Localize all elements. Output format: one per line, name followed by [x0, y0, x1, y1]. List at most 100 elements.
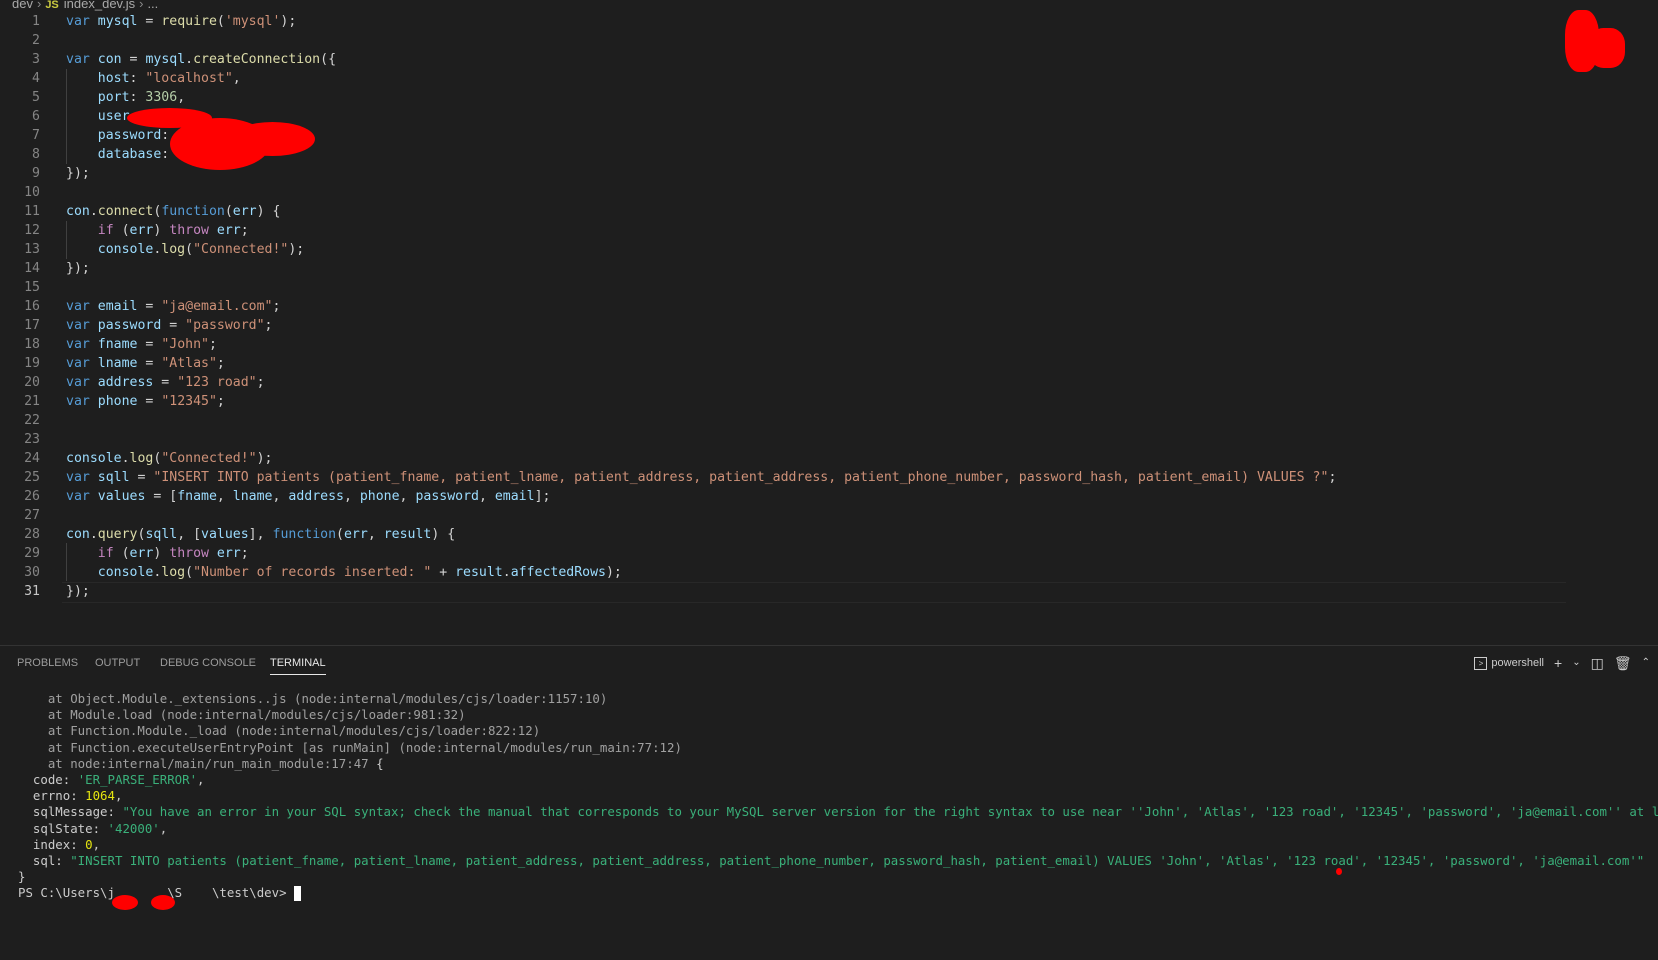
code-token: ): [153, 223, 170, 238]
code-token: ],: [248, 527, 273, 542]
tab-debug-console[interactable]: DEBUG CONSOLE: [160, 652, 256, 674]
code-text[interactable]: con.connect(function(err) {: [66, 202, 280, 221]
code-text[interactable]: var address = "123 road";: [66, 373, 265, 392]
code-text[interactable]: var password = "password";: [66, 316, 273, 335]
code-token: ,: [232, 71, 241, 86]
code-token: , [: [177, 527, 202, 542]
line-number: 6: [32, 109, 40, 124]
code-editor[interactable]: 1 var mysql = require('mysql'); 2 3 var con …: [0, 12, 1570, 612]
code-token: );: [288, 242, 305, 257]
code-token: port: [97, 90, 130, 105]
breadcrumb-ellipsis[interactable]: ...: [147, 0, 158, 11]
code-text[interactable]: var lname = "Atlas";: [66, 354, 225, 373]
code-text[interactable]: console. log("Number of records inserted:…: [66, 563, 622, 582]
code-token: con: [97, 52, 122, 67]
code-token: ;: [240, 546, 249, 561]
code-token: =: [161, 318, 186, 333]
code-token: ,: [177, 90, 186, 105]
code-text[interactable]: con.query(sqll, [values], function(err, …: [66, 525, 455, 544]
code-token: =: [129, 470, 154, 485]
code-token: (: [216, 14, 225, 29]
code-token: fname: [177, 489, 217, 504]
code-token: );: [256, 451, 273, 466]
shell-selector[interactable]: > powershell: [1474, 656, 1544, 670]
code-text[interactable]: port: 3306,: [66, 88, 185, 107]
code-token: :: [161, 147, 170, 162]
code-text[interactable]: console.log("Connected!");: [66, 240, 304, 259]
code-token: if: [97, 223, 114, 238]
code-text[interactable]: host: "localhost",: [66, 69, 241, 88]
code-token: con: [66, 204, 90, 219]
split-icon[interactable]: ◫: [1591, 656, 1604, 670]
code-token: = [: [145, 489, 178, 504]
code-text[interactable]: if (err) throw err;: [66, 544, 249, 563]
code-token: ];: [534, 489, 551, 504]
code-text[interactable]: if (err) throw err;: [66, 221, 249, 240]
code-token: console: [66, 451, 122, 466]
line-number: 24: [24, 451, 40, 466]
code-token: lname: [232, 489, 273, 504]
tab-problems[interactable]: PROBLEMS: [17, 652, 78, 674]
code-token: phone: [359, 489, 400, 504]
terminal-line: at Function.executeUserEntryPoint [as ru…: [18, 739, 682, 756]
code-text[interactable]: var con = mysql.createConnection({: [66, 50, 336, 69]
chevron-up-icon[interactable]: ⌃: [1642, 656, 1650, 670]
code-token: ,: [367, 527, 384, 542]
code-text[interactable]: var sqll = "INSERT INTO patients (patien…: [66, 468, 1336, 487]
line-number: 7: [32, 128, 40, 143]
code-text[interactable]: var email = "ja@email.com";: [66, 297, 280, 316]
code-text[interactable]: });: [66, 582, 90, 601]
code-token: :: [161, 128, 170, 143]
code-token: ) {: [431, 527, 456, 542]
code-text[interactable]: database:: [66, 145, 169, 164]
terminal-token: at node:internal/main/run_main_module:17…: [18, 755, 377, 771]
code-text[interactable]: password:: [66, 126, 169, 145]
code-text[interactable]: user: [66, 107, 130, 126]
code-text[interactable]: var values = [fname, lname, address, pho…: [66, 487, 550, 506]
terminal-line: errno: 1064,: [18, 787, 123, 804]
tab-terminal[interactable]: TERMINAL: [270, 652, 326, 675]
trash-icon[interactable]: 🗑: [1614, 656, 1632, 670]
line-number: 1: [32, 14, 40, 29]
code-text[interactable]: var mysql = require('mysql');: [66, 12, 296, 31]
line-number: 28: [24, 527, 40, 542]
code-token: err: [232, 204, 257, 219]
code-token: con: [66, 527, 90, 542]
code-token: =: [153, 375, 178, 390]
tab-output[interactable]: OUTPUT: [95, 652, 140, 674]
code-token: mysql: [145, 52, 186, 67]
plus-icon[interactable]: +: [1554, 656, 1562, 670]
code-text[interactable]: var fname = "John";: [66, 335, 217, 354]
code-token: if: [97, 546, 114, 561]
code-text[interactable]: });: [66, 259, 90, 278]
panel-divider: [0, 645, 1658, 646]
path-redaction: [112, 895, 138, 910]
code-token: });: [66, 584, 90, 599]
code-token: err: [216, 223, 241, 238]
code-token: ;: [208, 337, 217, 352]
code-text[interactable]: var phone = "12345";: [66, 392, 225, 411]
code-token: throw: [169, 546, 209, 561]
minimap[interactable]: [1565, 10, 1635, 80]
code-text[interactable]: });: [66, 164, 90, 183]
breadcrumb-file[interactable]: index_dev.js: [64, 0, 135, 11]
code-token: ;: [216, 394, 225, 409]
code-token: console: [97, 242, 154, 257]
terminal-token: ,: [92, 836, 101, 852]
terminal-line: at Function.Module._load (node:internal/…: [18, 722, 540, 739]
line-number: 23: [24, 432, 40, 447]
line-number: 12: [24, 223, 40, 238]
terminal-token: 'ER_PARSE_ERROR': [77, 772, 198, 787]
code-token: var: [66, 14, 90, 29]
breadcrumb-folder[interactable]: dev: [12, 0, 33, 11]
code-text[interactable]: console.log("Connected!");: [66, 449, 272, 468]
line-number: 9: [32, 166, 40, 181]
chevron-down-icon[interactable]: ⌄: [1572, 656, 1580, 670]
